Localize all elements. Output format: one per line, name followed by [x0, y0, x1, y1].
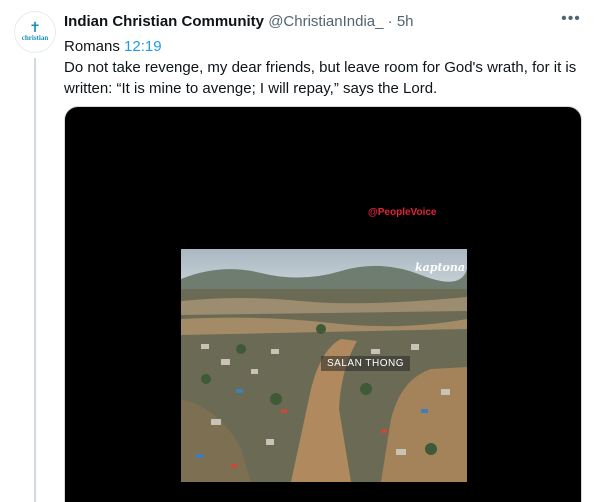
- video-caption: SALAN THONG: [321, 356, 410, 371]
- avatar[interactable]: ✝ christian: [14, 11, 56, 53]
- avatar-brand-text: christian: [21, 34, 49, 42]
- author-name[interactable]: Indian Christian Community: [64, 13, 264, 30]
- thread-line: [34, 58, 36, 502]
- video-corner-text: kaptona: [415, 261, 465, 274]
- tweet-text: Romans 12:19 Do not take revenge, my dea…: [64, 36, 579, 99]
- tweet-timestamp[interactable]: 5h: [397, 13, 414, 30]
- verse-line: Romans 12:19: [64, 36, 579, 57]
- video-watermark: @PeopleVoice: [368, 207, 437, 218]
- tweet-body: Do not take revenge, my dear friends, bu…: [64, 59, 577, 97]
- separator-dot: ·: [387, 13, 393, 30]
- video-player[interactable]: @PeopleVoice kaptona SALAN THONG: [64, 106, 582, 502]
- author-handle[interactable]: @ChristianIndia_: [268, 13, 383, 30]
- tweet[interactable]: ✝ christian Indian Christian Community @…: [0, 0, 595, 502]
- verse-book: Romans: [64, 38, 120, 55]
- verse-link[interactable]: 12:19: [124, 38, 162, 55]
- video-frame: kaptona SALAN THONG: [181, 249, 467, 482]
- more-options-icon[interactable]: •••: [561, 11, 581, 32]
- cross-icon: ✝: [29, 20, 41, 36]
- tweet-header: Indian Christian Community @ChristianInd…: [64, 13, 595, 33]
